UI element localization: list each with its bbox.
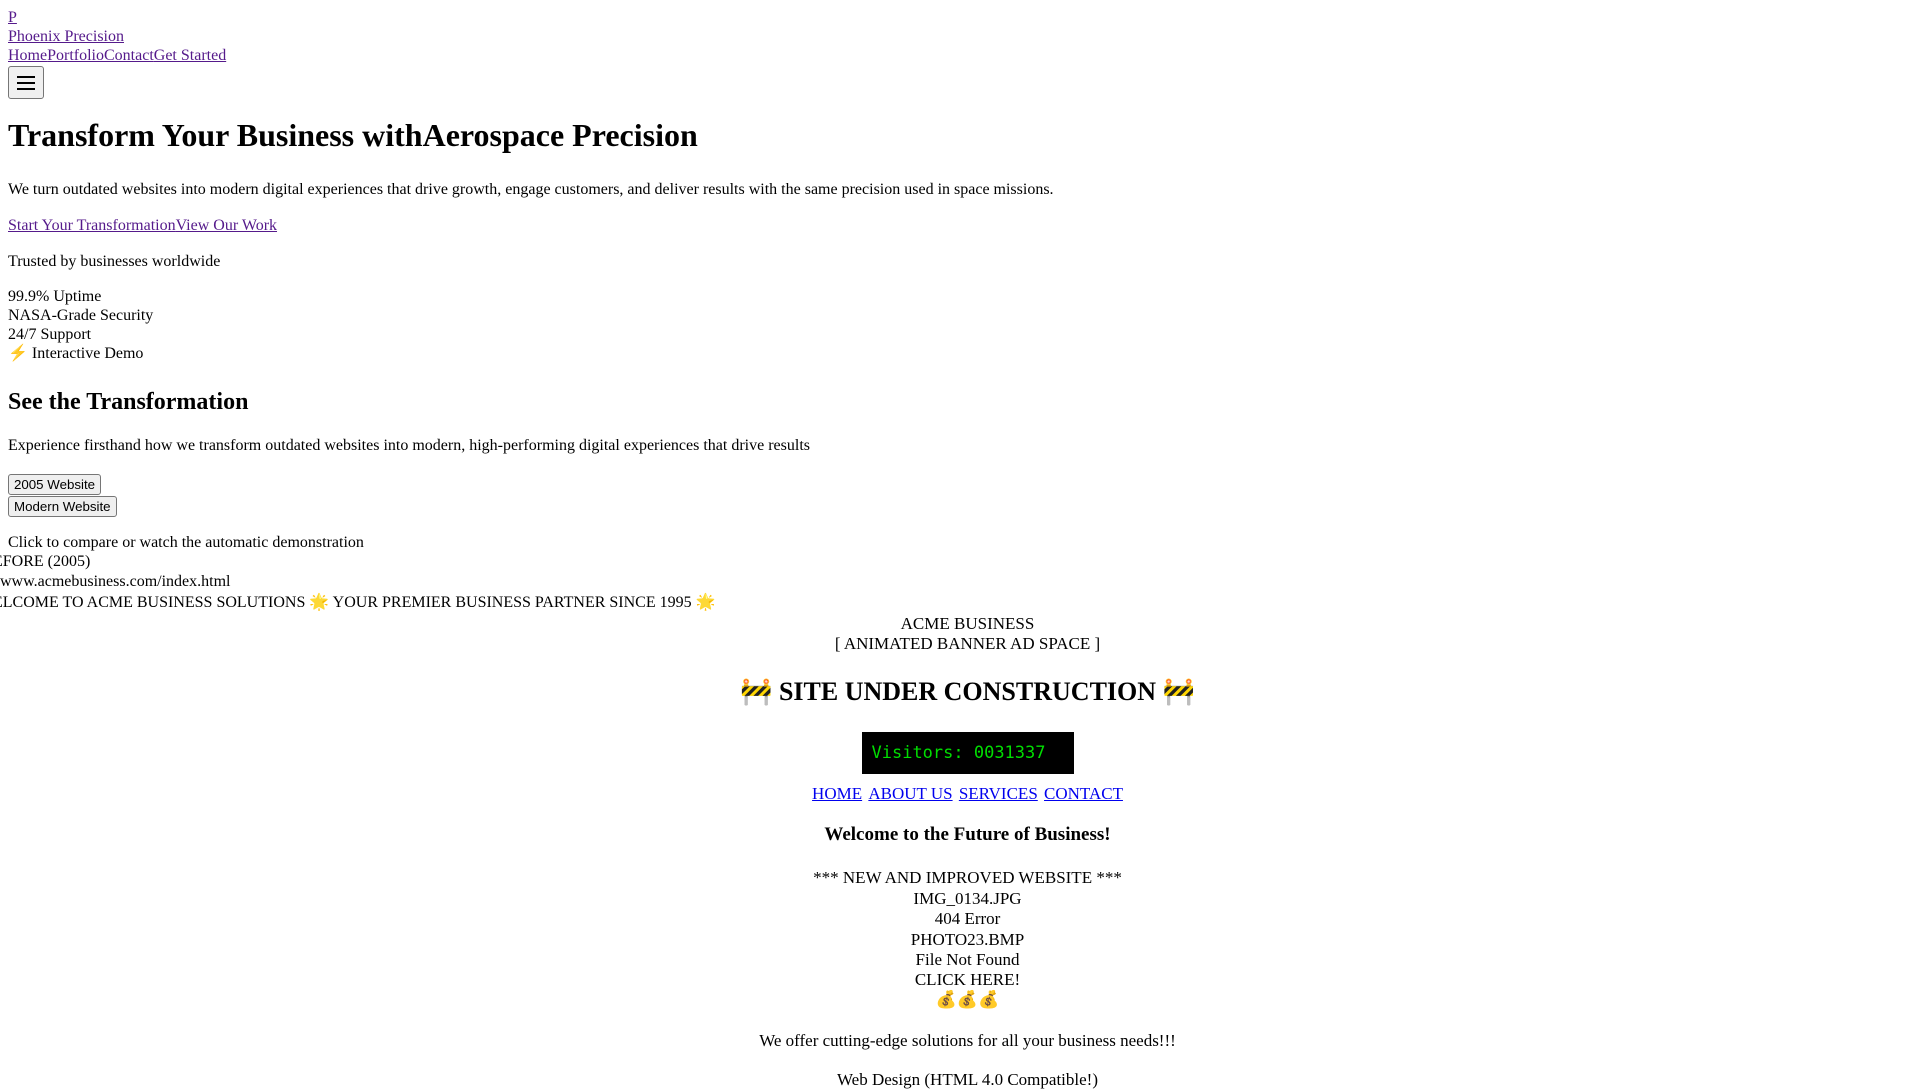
old-nav-contact[interactable]: CONTACT	[1044, 784, 1123, 803]
before-label: EFORE (2005)	[0, 553, 91, 570]
old-site-click-here: CLICK HERE!	[914, 970, 1021, 989]
old-site-broken-image-2: PHOTO23.BMP	[910, 930, 1025, 949]
old-site-nav: HOME ABOUT US SERVICES CONTACT	[560, 784, 1375, 803]
old-site-construction-heading: 🚧 SITE UNDER CONSTRUCTION 🚧	[740, 677, 1195, 706]
brand-name-link[interactable]: Phoenix Precision	[8, 27, 124, 46]
money-bag-icon: 💰💰💰	[935, 990, 1000, 1009]
nav-get-started[interactable]: Get Started	[154, 47, 226, 64]
hamburger-menu-icon	[17, 75, 35, 90]
lightning-icon: ⚡	[8, 345, 28, 362]
nav-contact[interactable]: Contact	[104, 47, 154, 64]
old-site-broken-image-1: IMG_0134.JPG	[913, 889, 1022, 908]
demo-badge: ⚡ Interactive Demo	[8, 344, 143, 363]
old-site-counter-wrap: Visitors: 0031337	[560, 732, 1375, 774]
start-transformation-link[interactable]: Start Your Transformation	[8, 217, 176, 234]
menu-toggle-button[interactable]	[8, 66, 44, 99]
old-site-file-not-found: File Not Found	[915, 950, 1020, 969]
old-nav-home[interactable]: HOME	[812, 784, 862, 803]
nav-home[interactable]: Home	[8, 47, 47, 64]
hero-cta-group: Start Your TransformationView Our Work	[8, 216, 277, 235]
demo-title: See the Transformation	[8, 389, 249, 415]
demo-hint: Click to compare or watch the automatic …	[8, 534, 364, 551]
old-site-welcome-heading: Welcome to the Future of Business!	[824, 824, 1111, 845]
view-our-work-link[interactable]: View Our Work	[176, 217, 277, 234]
old-site-new-banner: *** NEW AND IMPROVED WEBSITE ***	[813, 868, 1122, 887]
demo-description: Experience firsthand how we transform ou…	[8, 437, 810, 454]
stat-support: 24/7 Support	[8, 326, 92, 343]
stat-uptime: 99.9% Uptime	[8, 288, 102, 305]
hero-description: We turn outdated websites into modern di…	[8, 181, 1054, 198]
stat-security: NASA-Grade Security	[8, 307, 154, 324]
old-site-offer-text: We offer cutting-edge solutions for all …	[759, 1031, 1176, 1050]
old-site-banner-ad: [ ANIMATED BANNER AD SPACE ]	[834, 634, 1101, 653]
demo-badge-label: Interactive Demo	[31, 345, 144, 362]
old-site-404-text: 404 Error	[934, 909, 1001, 928]
hero-title: Transform Your Business withAerospace Pr…	[8, 117, 698, 153]
modern-website-button[interactable]: Modern Website	[8, 496, 117, 517]
old-site-url: www.acmebusiness.com/index.html	[0, 573, 231, 590]
trusted-text: Trusted by businesses worldwide	[8, 253, 221, 270]
main-nav: HomePortfolioContactGet Started	[8, 46, 226, 65]
old-site-visitor-counter: Visitors: 0031337	[861, 732, 1074, 774]
nav-portfolio[interactable]: Portfolio	[47, 47, 104, 64]
old-nav-services[interactable]: SERVICES	[959, 784, 1038, 803]
old-website-button[interactable]: 2005 Website	[8, 474, 102, 495]
old-site-marquee: ELCOME TO ACME BUSINESS SOLUTIONS 🌟 YOUR…	[0, 594, 716, 611]
logo-link[interactable]: P	[8, 8, 17, 27]
old-site-brand: ACME BUSINESS	[900, 614, 1035, 633]
old-nav-about[interactable]: ABOUT US	[868, 784, 952, 803]
